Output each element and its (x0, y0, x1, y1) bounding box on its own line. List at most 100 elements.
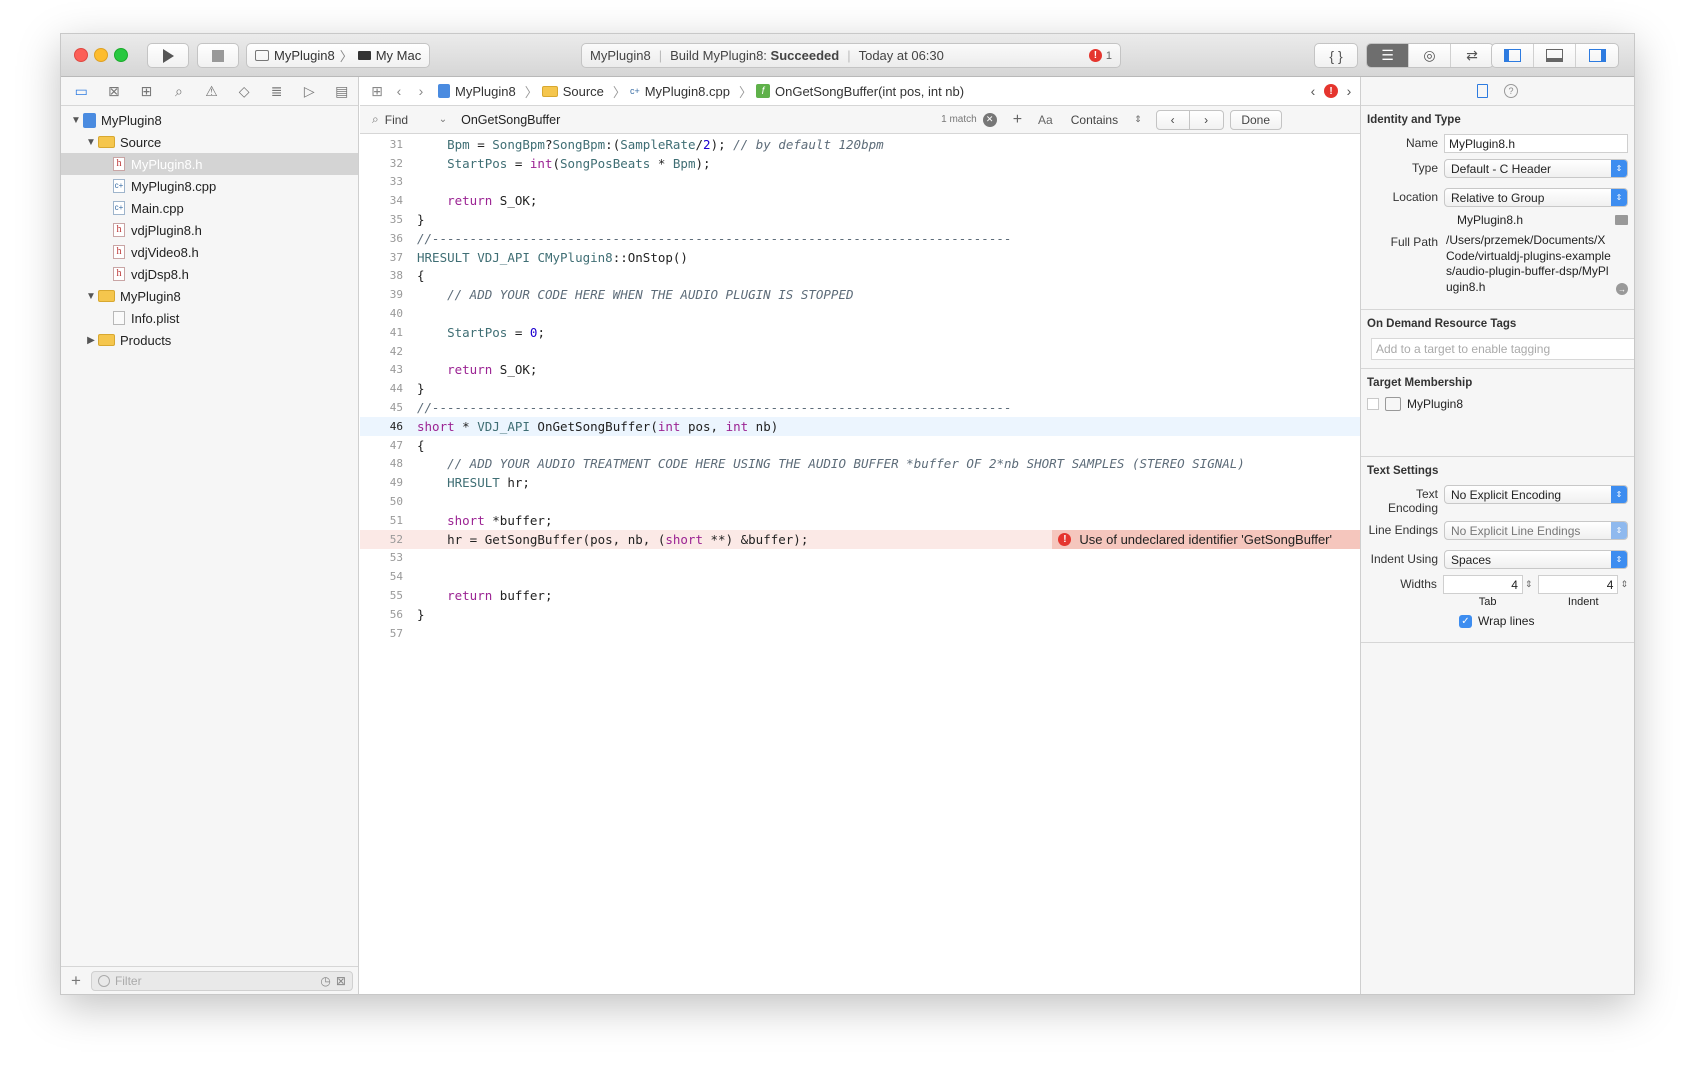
code-line[interactable]: 33 (360, 173, 1360, 192)
code-line[interactable]: 53 (360, 549, 1360, 568)
tree-row[interactable]: h vdjDsp8.h (61, 263, 358, 285)
crumb-file[interactable]: c+ MyPlugin8.cpp 〉 (630, 82, 752, 101)
code-line[interactable]: 35} (360, 210, 1360, 229)
code-line[interactable]: 43 return S_OK; (360, 361, 1360, 380)
related-items-icon[interactable]: ⊞ (366, 83, 388, 100)
code-line[interactable]: 46 short * VDJ_API OnGetSongBuffer(int po… (360, 416, 1360, 436)
tree-row[interactable]: ▼ Source (61, 131, 358, 153)
breakpoint-icon[interactable]: ▷ (293, 77, 326, 105)
code-line[interactable]: 37 HRESULT VDJ_API CMyPlugin8::OnStop() (360, 248, 1360, 267)
previous-issue-icon[interactable]: ‹ (1302, 83, 1324, 99)
toggle-debug-area-button[interactable] (1534, 44, 1576, 67)
location-popup[interactable]: Relative to Group ⇕ (1444, 188, 1628, 207)
crumb-group[interactable]: Source 〉 (541, 82, 626, 101)
tree-row[interactable]: Info.plist (61, 307, 358, 329)
wrap-lines-checkbox[interactable]: ✓ (1459, 614, 1472, 628)
crumb-project[interactable]: MyPlugin8 〉 (438, 82, 538, 101)
add-icon[interactable]: + (71, 971, 81, 991)
run-button[interactable] (147, 43, 189, 68)
tags-field[interactable]: Add to a target to enable tagging (1371, 338, 1634, 360)
folder-icon[interactable]: ▭ (65, 77, 98, 105)
add-pattern-icon[interactable]: + (1013, 111, 1022, 129)
clear-icon[interactable]: ✕ (982, 112, 997, 127)
tab-width-stepper[interactable]: ⇕ (1525, 579, 1533, 590)
code-line[interactable]: 42 (360, 342, 1360, 361)
code-line[interactable]: 54 (360, 567, 1360, 586)
minimize-window-button[interactable] (94, 48, 108, 62)
test-icon[interactable]: ◇ (228, 77, 261, 105)
code-line[interactable]: 36 //------------------------------------… (360, 229, 1360, 248)
zoom-window-button[interactable] (114, 48, 128, 62)
clock-icon[interactable]: ◷ (320, 974, 330, 988)
reveal-arrow-icon[interactable]: → (1616, 283, 1628, 295)
filter-field[interactable]: Filter ◷ ⊠ (90, 970, 353, 991)
tree-row[interactable]: c+ MyPlugin8.cpp (61, 175, 358, 197)
find-previous-button[interactable]: ‹ (1155, 109, 1190, 130)
code-line[interactable]: 31 Bpm = SongBpm?SongBpm:(SampleRate/2);… (360, 135, 1360, 154)
toggle-navigator-button[interactable] (1492, 44, 1534, 67)
next-issue-icon[interactable]: › (1338, 83, 1360, 99)
code-line[interactable]: 32 StartPos = int(SongPosBeats * Bpm); (360, 154, 1360, 173)
tree-row[interactable]: ▼ MyPlugin8 (61, 285, 358, 307)
find-next-button[interactable]: › (1189, 109, 1224, 130)
encoding-popup[interactable]: No Explicit Encoding ⇕ (1444, 485, 1628, 504)
code-line[interactable]: 39 // ADD YOUR CODE HERE WHEN THE AUDIO … (360, 285, 1360, 304)
code-line[interactable]: 57 (360, 624, 1360, 643)
tree-row[interactable]: h vdjPlugin8.h (61, 219, 358, 241)
code-area[interactable]: 31 Bpm = SongBpm?SongBpm:(SampleRate/2);… (360, 135, 1360, 643)
membership-checkbox[interactable] (1367, 398, 1379, 410)
version-editor-button[interactable]: ⇄ (1451, 44, 1493, 67)
tree-row[interactable]: h vdjVideo8.h (61, 241, 358, 263)
back-icon[interactable]: ‹ (388, 83, 410, 99)
code-snippet-button[interactable]: { } (1314, 43, 1358, 68)
error-icon[interactable]: ! (1088, 49, 1102, 62)
help-icon[interactable]: ? (1504, 84, 1518, 98)
name-field[interactable]: MyPlugin8.h (1444, 134, 1628, 153)
disclosure-triangle-icon[interactable]: ▶ (84, 335, 98, 346)
disclosure-triangle-icon[interactable]: ▼ (84, 137, 98, 148)
symbol-icon[interactable]: ⊞ (130, 77, 163, 105)
indent-using-popup[interactable]: Spaces ⇕ (1444, 550, 1628, 569)
tree-row[interactable]: c+ Main.cpp (61, 197, 358, 219)
choose-folder-icon[interactable] (1615, 215, 1628, 225)
tree-row[interactable]: ▶ Products (61, 329, 358, 351)
find-input[interactable]: OnGetSongBuffer (461, 113, 941, 127)
forward-icon[interactable]: › (410, 83, 432, 99)
scheme-selector[interactable]: MyPlugin8 〉 My Mac (246, 43, 431, 68)
report-icon[interactable]: ▤ (326, 77, 359, 105)
code-line[interactable]: 45 //------------------------------------… (360, 398, 1360, 417)
standard-editor-button[interactable]: ☰ (1367, 44, 1409, 67)
disclosure-triangle-icon[interactable]: ▼ (84, 291, 98, 302)
chevron-down-icon[interactable]: ⌄ (439, 114, 447, 125)
code-line[interactable]: 49 HRESULT hr; (360, 473, 1360, 492)
line-endings-popup[interactable]: No Explicit Line Endings ⇕ (1444, 521, 1628, 540)
done-button[interactable]: Done (1229, 109, 1282, 130)
scm-filter-icon[interactable]: ⊠ (336, 974, 346, 988)
code-line[interactable]: 41 StartPos = 0; (360, 323, 1360, 342)
file-icon[interactable] (1477, 84, 1488, 98)
code-line[interactable]: 40 (360, 304, 1360, 323)
tree-row[interactable]: h MyPlugin8.h (61, 153, 358, 175)
case-sensitive-button[interactable]: Aa (1038, 113, 1053, 127)
find-mode-popup[interactable]: Find (385, 113, 439, 127)
close-window-button[interactable] (74, 48, 88, 62)
code-line[interactable]: 38 { (360, 267, 1360, 286)
source-control-icon[interactable]: ⊠ (98, 77, 131, 105)
disclosure-triangle-icon[interactable]: ▼ (69, 115, 83, 126)
code-line[interactable]: 52 hr = GetSongBuffer(pos, nb, (short **… (360, 529, 1360, 549)
code-line[interactable]: 47 { (360, 436, 1360, 455)
type-popup[interactable]: Default - C Header ⇕ (1444, 159, 1628, 178)
search-icon[interactable]: ⌕ (163, 77, 196, 105)
stop-button[interactable] (197, 43, 239, 68)
code-line[interactable]: 51 short *buffer; (360, 511, 1360, 530)
debug-icon[interactable]: ≣ (260, 77, 293, 105)
indent-width-stepper[interactable]: ⇕ (1620, 579, 1628, 590)
code-line[interactable]: 56} (360, 605, 1360, 624)
tree-row[interactable]: ▼ MyPlugin8 (61, 109, 358, 131)
crumb-function[interactable]: f OnGetSongBuffer(int pos, int nb) (756, 84, 964, 99)
match-type-popup[interactable]: Contains ⇕ (1071, 113, 1142, 127)
code-line[interactable]: 44} (360, 379, 1360, 398)
tab-width-field[interactable]: 4 (1442, 575, 1523, 594)
error-annotation[interactable]: ! Use of undeclared identifier 'GetSongBu… (1052, 529, 1360, 549)
toggle-inspector-button[interactable] (1576, 44, 1618, 67)
